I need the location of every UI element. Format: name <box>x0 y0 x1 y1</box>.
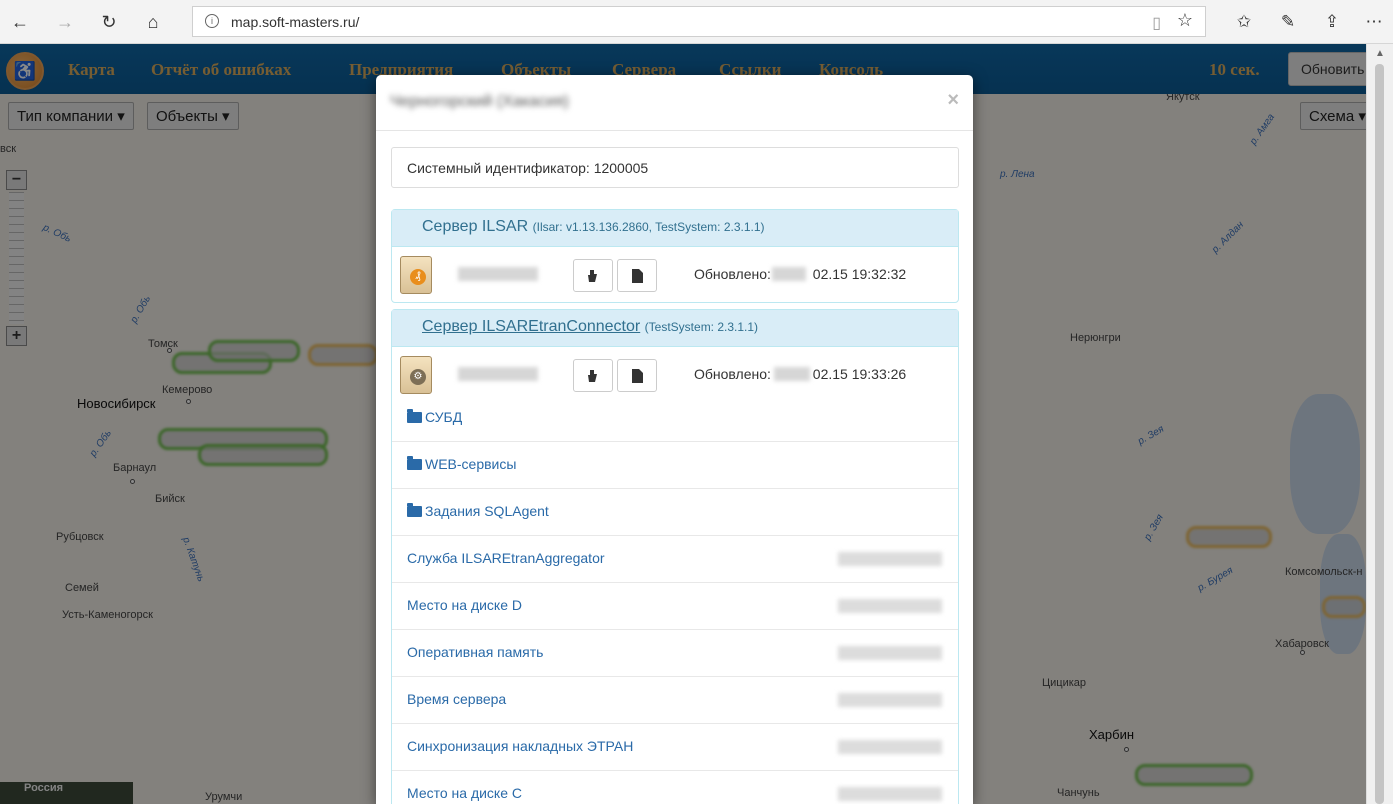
clean-button[interactable] <box>573 259 613 292</box>
server-name[interactable]: Сервер ILSAR <box>422 218 528 235</box>
server-version: (TestSystem: 2.3.1.1) <box>644 320 759 334</box>
list-item-server-time[interactable]: Время сервера <box>392 677 958 724</box>
list-item-aggregator-service[interactable]: Служба ILSAREtranAggregator <box>392 536 958 583</box>
redacted-value <box>838 693 942 707</box>
eraser-icon <box>588 369 597 382</box>
favorite-star-icon[interactable]: ☆ <box>1177 10 1193 31</box>
browser-toolbar: ← → ↻ ⌂ i map.soft-masters.ru/ ▯ ☆ ✩ ✎ ⇪… <box>0 0 1393 44</box>
server-name[interactable]: Сервер ILSAREtranConnector <box>422 318 640 335</box>
redacted-value <box>838 740 942 754</box>
file-icon <box>632 268 643 283</box>
scroll-up-icon[interactable]: ▲ <box>1375 48 1385 59</box>
list-item-etran-sync[interactable]: Синхронизация накладных ЭТРАН <box>392 724 958 771</box>
redacted-address <box>458 367 538 381</box>
updated-value: 02.15 19:33:26 <box>812 366 907 382</box>
info-icon[interactable]: i <box>205 14 219 28</box>
object-details-modal: Черногорский (Хакасия) × Системный идент… <box>376 75 973 804</box>
favorites-list-icon[interactable]: ✩ <box>1230 8 1258 36</box>
folder-icon <box>407 456 422 470</box>
scrollbar-thumb[interactable] <box>1375 64 1384 804</box>
redacted-date <box>774 367 810 381</box>
folder-icon <box>407 503 422 517</box>
close-icon[interactable]: × <box>947 89 959 112</box>
clean-button[interactable] <box>573 359 613 392</box>
modal-header: Черногорский (Хакасия) × <box>376 75 973 131</box>
monitor-list: СУБД WEB-сервисы Задания SQLAgent Служба… <box>392 395 958 804</box>
list-item-sql-agent[interactable]: Задания SQLAgent <box>392 489 958 536</box>
home-icon[interactable]: ⌂ <box>139 8 167 36</box>
log-button[interactable] <box>617 359 657 392</box>
page-scrollbar[interactable]: ▲ <box>1366 44 1393 804</box>
redacted-date <box>772 267 806 281</box>
server-panel-heading: Сервер ILSAREtranConnector (TestSystem: … <box>392 310 958 347</box>
list-item-disk-d[interactable]: Место на диске D <box>392 583 958 630</box>
redacted-value <box>838 552 942 566</box>
list-item-web-services[interactable]: WEB-сервисы <box>392 442 958 489</box>
updated-label: Обновлено: <box>694 266 771 282</box>
redacted-value <box>838 599 942 613</box>
server-status-row: ₰ Обновлено: 02.15 19:32:32 <box>392 247 958 301</box>
server-version: (Ilsar: v1.13.136.2860, TestSystem: 2.3.… <box>532 220 765 234</box>
eraser-icon <box>588 269 597 282</box>
forward-icon[interactable]: → <box>51 8 79 36</box>
updated-value: 02.15 19:32:32 <box>812 266 907 282</box>
list-item-memory[interactable]: Оперативная память <box>392 630 958 677</box>
updated-info: Обновлено: 02.15 19:32:32 <box>694 266 906 282</box>
share-icon[interactable]: ⇪ <box>1318 8 1346 36</box>
list-item-disk-c[interactable]: Место на диске C <box>392 771 958 804</box>
updated-label: Обновлено: <box>694 366 771 382</box>
redacted-value <box>838 646 942 660</box>
address-bar[interactable]: i map.soft-masters.ru/ ▯ ☆ <box>192 6 1206 37</box>
redacted-address <box>458 267 538 281</box>
server-panel-heading: Сервер ILSAR (Ilsar: v1.13.136.2860, Tes… <box>392 210 958 247</box>
redacted-value <box>838 787 942 801</box>
folder-icon <box>407 409 422 423</box>
reading-view-icon[interactable]: ▯ <box>1152 13 1161 33</box>
pen-icon[interactable]: ✎ <box>1274 8 1302 36</box>
server-panel-ilsar: Сервер ILSAR (Ilsar: v1.13.136.2860, Tes… <box>391 209 959 303</box>
refresh-icon[interactable]: ↻ <box>95 8 123 36</box>
modal-title: Черногорский (Хакасия) <box>390 93 569 110</box>
file-icon <box>632 368 643 383</box>
server-icon: ⚙ <box>400 356 432 394</box>
list-item-dbms[interactable]: СУБД <box>392 395 958 442</box>
system-id: Системный идентификатор: 1200005 <box>391 147 959 188</box>
more-icon[interactable]: ⋯ <box>1360 8 1388 36</box>
server-panel-etran-connector: Сервер ILSAREtranConnector (TestSystem: … <box>391 309 959 804</box>
updated-info: Обновлено: 02.15 19:33:26 <box>694 366 906 382</box>
url-text: map.soft-masters.ru/ <box>231 14 360 30</box>
server-status-row: ⚙ Обновлено: 02.15 19:33:26 <box>392 347 958 401</box>
log-button[interactable] <box>617 259 657 292</box>
back-icon[interactable]: ← <box>6 8 34 36</box>
server-icon: ₰ <box>400 256 432 294</box>
